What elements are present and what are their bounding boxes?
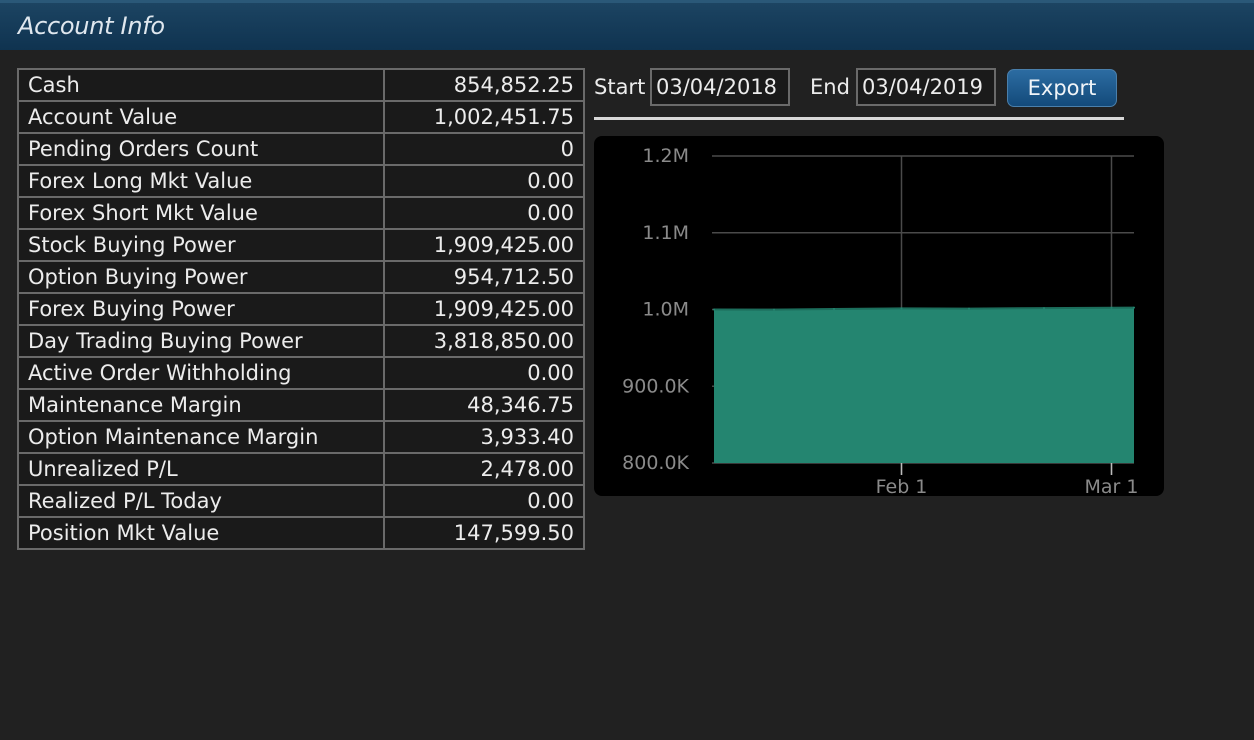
row-label: Cash bbox=[17, 68, 385, 102]
row-label: Forex Long Mkt Value bbox=[17, 164, 385, 198]
table-row: Forex Buying Power 1,909,425.00 bbox=[17, 292, 585, 326]
row-label: Account Value bbox=[17, 100, 385, 134]
table-row: Account Value 1,002,451.75 bbox=[17, 100, 585, 134]
table-row: Option Maintenance Margin 3,933.40 bbox=[17, 420, 585, 454]
data-point bbox=[1043, 307, 1045, 310]
row-label: Forex Buying Power bbox=[17, 292, 385, 326]
row-value: 3,933.40 bbox=[383, 420, 585, 454]
row-label: Stock Buying Power bbox=[17, 228, 385, 262]
row-label: Position Mkt Value bbox=[17, 516, 385, 550]
table-row: Realized P/L Today 0.00 bbox=[17, 484, 585, 518]
row-label: Day Trading Buying Power bbox=[17, 324, 385, 358]
row-label: Realized P/L Today bbox=[17, 484, 385, 518]
data-point bbox=[968, 307, 970, 310]
table-row: Stock Buying Power 1,909,425.00 bbox=[17, 228, 585, 262]
row-label: Maintenance Margin bbox=[17, 388, 385, 422]
table-row: Forex Long Mkt Value 0.00 bbox=[17, 164, 585, 198]
row-value: 1,909,425.00 bbox=[383, 228, 585, 262]
row-value: 954,712.50 bbox=[383, 260, 585, 294]
x-tick-label: Feb 1 bbox=[876, 476, 928, 496]
y-tick-label: 1.2M bbox=[642, 145, 689, 167]
table-row: Option Buying Power 954,712.50 bbox=[17, 260, 585, 294]
export-button[interactable]: Export bbox=[1007, 69, 1117, 107]
table-row: Cash 854,852.25 bbox=[17, 68, 585, 102]
row-value: 0.00 bbox=[383, 484, 585, 518]
table-row: Forex Short Mkt Value 0.00 bbox=[17, 196, 585, 230]
start-date-input[interactable] bbox=[650, 68, 790, 106]
y-tick-label: 1.1M bbox=[642, 222, 689, 244]
y-tick-label: 900.0K bbox=[622, 375, 689, 397]
row-value: 1,909,425.00 bbox=[383, 292, 585, 326]
table-row: Day Trading Buying Power 3,818,850.00 bbox=[17, 324, 585, 358]
row-label: Unrealized P/L bbox=[17, 452, 385, 486]
x-tick-label: Mar 1 bbox=[1085, 476, 1139, 496]
row-value: 0.00 bbox=[383, 196, 585, 230]
data-point bbox=[713, 308, 715, 311]
row-value: 48,346.75 bbox=[383, 388, 585, 422]
window-title: Account Info bbox=[18, 12, 165, 40]
row-value: 2,478.00 bbox=[383, 452, 585, 486]
row-value: 147,599.50 bbox=[383, 516, 585, 550]
account-info-table: Cash 854,852.25 Account Value 1,002,451.75 P… bbox=[17, 68, 585, 550]
row-label: Option Buying Power bbox=[17, 260, 385, 294]
divider bbox=[594, 117, 1124, 120]
title-bar: Account Info bbox=[0, 0, 1254, 50]
row-value: 0.00 bbox=[383, 356, 585, 390]
table-row: Pending Orders Count 0 bbox=[17, 132, 585, 166]
end-label: End bbox=[810, 75, 850, 99]
data-point bbox=[900, 307, 903, 310]
row-value: 0.00 bbox=[383, 164, 585, 198]
table-row: Maintenance Margin 48,346.75 bbox=[17, 388, 585, 422]
area-series bbox=[714, 307, 1134, 463]
data-point bbox=[1133, 306, 1135, 309]
row-value: 854,852.25 bbox=[383, 68, 585, 102]
row-label: Pending Orders Count bbox=[17, 132, 385, 166]
row-label: Option Maintenance Margin bbox=[17, 420, 385, 454]
table-row: Active Order Withholding 0.00 bbox=[17, 356, 585, 390]
row-label: Active Order Withholding bbox=[17, 356, 385, 390]
end-date-input[interactable] bbox=[856, 68, 996, 106]
table-row: Unrealized P/L 2,478.00 bbox=[17, 452, 585, 486]
data-point bbox=[1110, 306, 1113, 309]
account-value-chart: 1.2M 1.1M 1.0M 900.0K 800.0K Feb 1 Mar 1 bbox=[594, 136, 1164, 496]
data-point bbox=[833, 308, 835, 311]
row-label: Forex Short Mkt Value bbox=[17, 196, 385, 230]
y-tick-label: 800.0K bbox=[622, 452, 689, 474]
chart-svg: 1.2M 1.1M 1.0M 900.0K 800.0K Feb 1 Mar 1 bbox=[622, 145, 1139, 496]
row-value: 1,002,451.75 bbox=[383, 100, 585, 134]
y-tick-label: 1.0M bbox=[642, 299, 689, 321]
row-value: 3,818,850.00 bbox=[383, 324, 585, 358]
start-label: Start bbox=[594, 75, 646, 99]
data-point bbox=[773, 308, 775, 311]
row-value: 0 bbox=[383, 132, 585, 166]
table-row: Position Mkt Value 147,599.50 bbox=[17, 516, 585, 550]
